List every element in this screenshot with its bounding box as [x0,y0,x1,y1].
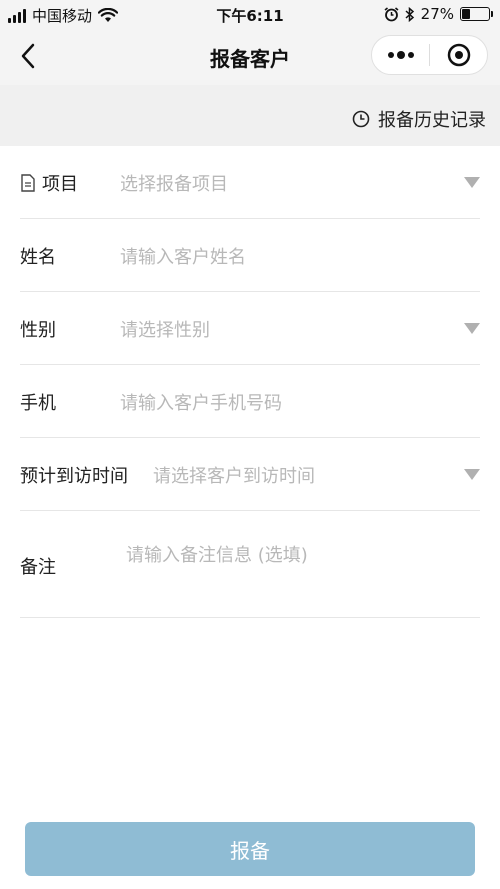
document-icon [21,174,35,192]
name-row[interactable]: 姓名 请输入客户姓名 [20,219,480,292]
nav-bar: 报备客户 [0,28,500,85]
project-dropdown-arrow-icon [464,177,480,188]
gender-dropdown-arrow-icon [464,323,480,334]
phone-row[interactable]: 手机 请输入客户手机号码 [20,365,480,438]
status-bar: 中国移动 下午6:11 27% [0,0,500,28]
remark-row[interactable]: 备注 请输入备注信息 (选填) [20,511,480,618]
battery-icon [460,7,493,21]
close-mini-program-button[interactable] [430,36,487,74]
mini-program-capsule [371,35,488,75]
status-right: 27% [384,5,493,23]
target-close-icon [447,43,470,67]
visit-time-dropdown-arrow-icon [464,469,480,480]
battery-percent: 27% [420,5,454,23]
visit-time-select[interactable]: 请选择客户到访时间 [153,462,315,488]
clock-icon [352,110,370,128]
submit-report-button[interactable]: 报备 [25,822,475,876]
visit-time-row[interactable]: 预计到访时间 请选择客户到访时间 [20,438,480,511]
history-record-link[interactable]: 报备历史记录 [352,106,486,132]
gender-label: 性别 [20,320,56,341]
project-select[interactable]: 选择报备项目 [120,170,228,196]
remark-textarea[interactable]: 请输入备注信息 (选填) [126,541,308,567]
visit-time-label: 预计到访时间 [20,466,128,487]
project-label-wrap: 项目 [20,170,78,196]
project-label: 项目 [42,174,78,195]
alarm-icon [384,6,399,21]
name-label: 姓名 [20,247,56,268]
project-row[interactable]: 项目 选择报备项目 [20,146,480,219]
name-input[interactable]: 请输入客户姓名 [120,243,246,269]
phone-label: 手机 [20,393,56,414]
gender-select[interactable]: 请选择性别 [120,316,210,342]
history-strip: 报备历史记录 [0,85,500,146]
battery-fill [462,9,470,19]
screen: 中国移动 下午6:11 27% 报备客户 报备历史记录 项目 选择报备项目 姓名… [0,0,500,889]
gender-row[interactable]: 性别 请选择性别 [20,292,480,365]
more-dots-icon [387,51,414,59]
more-button[interactable] [372,36,429,74]
report-form: 项目 选择报备项目 姓名 请输入客户姓名 性别 请选择性别 手机 请输入客户手机… [0,146,500,618]
phone-input[interactable]: 请输入客户手机号码 [120,389,282,415]
bluetooth-icon [405,6,414,22]
remark-label: 备注 [20,557,56,578]
history-record-label: 报备历史记录 [378,110,486,131]
